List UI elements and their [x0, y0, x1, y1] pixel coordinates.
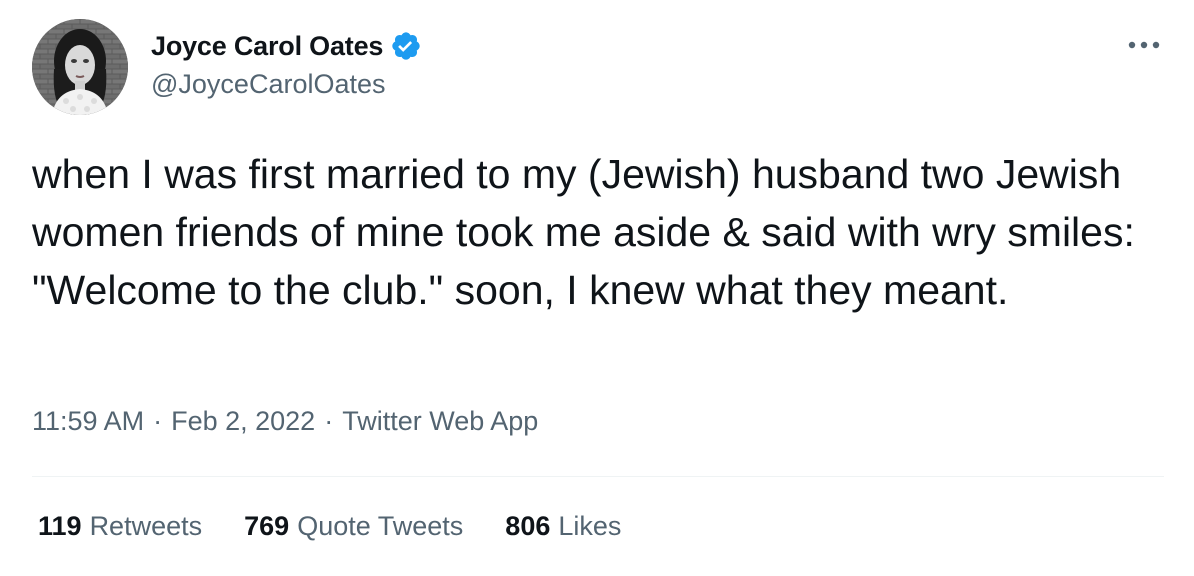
quote-tweets-count: 769: [244, 511, 290, 541]
avatar-photo: [32, 19, 128, 115]
tweet-date[interactable]: Feb 2, 2022: [171, 406, 315, 436]
meta-separator: ·: [324, 406, 334, 436]
likes-count: 806: [505, 511, 551, 541]
author-handle[interactable]: @JoyceCarolOates: [151, 69, 386, 100]
more-horizontal-icon: [1128, 41, 1160, 49]
tweet-text: when I was first married to my (Jewish) …: [32, 151, 1135, 313]
retweets-stat[interactable]: 119 Retweets: [38, 511, 202, 542]
likes-label: Likes: [558, 511, 622, 541]
tweet-stats: 119 Retweets 769 Quote Tweets 806 Likes: [38, 511, 663, 542]
retweets-label: Retweets: [89, 511, 203, 541]
more-options-button[interactable]: [1122, 30, 1166, 60]
author-avatar[interactable]: [32, 19, 128, 115]
likes-stat[interactable]: 806 Likes: [505, 511, 621, 542]
quote-tweets-stat[interactable]: 769 Quote Tweets: [244, 511, 463, 542]
author-name[interactable]: Joyce Carol Oates: [151, 31, 383, 62]
meta-separator: ·: [153, 406, 163, 436]
tweet-meta: 11:59 AM · Feb 2, 2022 · Twitter Web App: [32, 406, 538, 437]
verified-badge-icon: [390, 30, 422, 62]
author-name-row: Joyce Carol Oates: [151, 28, 422, 64]
tweet-card: Joyce Carol Oates @JoyceCarolOates when …: [0, 0, 1194, 576]
tweet-time[interactable]: 11:59 AM: [32, 406, 144, 436]
tweet-source[interactable]: Twitter Web App: [342, 406, 538, 436]
quote-tweets-label: Quote Tweets: [297, 511, 464, 541]
divider: [32, 476, 1164, 477]
retweets-count: 119: [38, 511, 82, 541]
